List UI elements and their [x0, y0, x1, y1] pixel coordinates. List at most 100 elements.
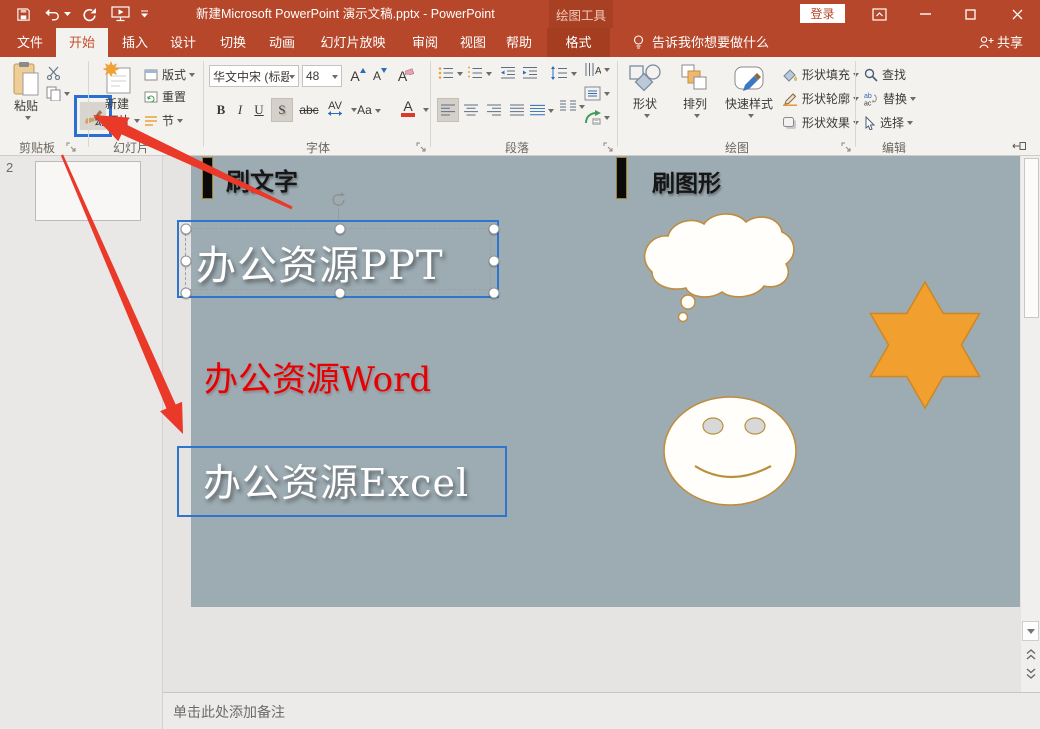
slide-thumbnail[interactable]: [35, 161, 141, 221]
tab-view[interactable]: 视图: [450, 28, 496, 57]
columns-button[interactable]: [560, 100, 585, 113]
section-button[interactable]: 节: [144, 112, 183, 129]
pin-ribbon-button[interactable]: [1012, 140, 1028, 152]
bullets-button[interactable]: [438, 66, 463, 80]
text-direction-button[interactable]: A: [584, 62, 610, 77]
increase-indent-button[interactable]: [522, 66, 538, 80]
layout-button[interactable]: 版式: [144, 66, 195, 83]
tab-help[interactable]: 帮助: [497, 28, 541, 57]
select-button[interactable]: 选择: [864, 114, 913, 131]
copy-button[interactable]: [46, 86, 70, 101]
font-color-button[interactable]: A: [398, 97, 418, 119]
cloud-bubble-large[interactable]: [681, 295, 695, 309]
line-spacing-caret[interactable]: [571, 72, 577, 79]
layout-caret[interactable]: [189, 73, 195, 80]
maximize-button[interactable]: [953, 0, 987, 28]
shape-fill-button[interactable]: 形状填充: [782, 66, 859, 83]
share-button[interactable]: 共享: [997, 28, 1023, 57]
resize-handle-sw[interactable]: [181, 288, 192, 299]
bullets-caret[interactable]: [457, 72, 463, 79]
tab-file[interactable]: 文件: [8, 28, 52, 57]
tab-format[interactable]: 格式: [547, 28, 610, 57]
resize-handle-w[interactable]: [181, 256, 192, 267]
reset-button[interactable]: 重置: [144, 88, 186, 105]
scroll-down-button[interactable]: [1022, 621, 1039, 641]
shapes-caret[interactable]: [644, 114, 650, 121]
distribute-button[interactable]: [530, 99, 554, 121]
cut-button[interactable]: [46, 66, 61, 80]
columns-caret[interactable]: [579, 105, 585, 112]
smiley-face-shape[interactable]: [664, 397, 796, 505]
underline-button[interactable]: U: [250, 99, 268, 121]
quick-styles-button[interactable]: 快速样式: [720, 63, 778, 119]
character-spacing-button[interactable]: AV: [324, 97, 346, 119]
shapes-button[interactable]: 形状: [622, 63, 668, 119]
shape-fill-caret[interactable]: [853, 73, 859, 80]
tab-review[interactable]: 审阅: [402, 28, 448, 57]
decrease-indent-button[interactable]: [500, 66, 516, 80]
copy-dropdown-caret[interactable]: [64, 92, 70, 99]
font-dialog-launcher[interactable]: [416, 142, 428, 154]
replace-button[interactable]: abac 替换: [864, 90, 916, 107]
redo-button[interactable]: [76, 0, 102, 28]
clipboard-dialog-launcher[interactable]: [66, 142, 78, 154]
tab-home[interactable]: 开始: [56, 28, 108, 57]
textbox-ppt-text[interactable]: 办公资源PPT: [196, 233, 444, 291]
replace-caret[interactable]: [910, 97, 916, 104]
next-slide-button[interactable]: [1024, 666, 1037, 680]
shape-outline-button[interactable]: 形状轮廓: [782, 90, 859, 107]
drawing-dialog-launcher[interactable]: [841, 142, 853, 154]
find-button[interactable]: 查找: [864, 66, 906, 83]
rotate-handle[interactable]: [330, 191, 347, 208]
previous-slide-button[interactable]: [1024, 647, 1037, 661]
tab-slideshow[interactable]: 幻灯片放映: [306, 28, 400, 57]
arrange-caret[interactable]: [694, 114, 700, 121]
tab-design[interactable]: 设计: [160, 28, 206, 57]
change-case-caret[interactable]: [375, 109, 381, 116]
italic-button[interactable]: I: [232, 99, 248, 121]
resize-handle-nw[interactable]: [181, 224, 192, 235]
close-button[interactable]: [1000, 0, 1034, 28]
resize-handle-e[interactable]: [489, 256, 500, 267]
undo-dropdown[interactable]: [62, 0, 72, 28]
scrollbar-thumb[interactable]: [1024, 158, 1039, 318]
shape-outline-caret[interactable]: [853, 97, 859, 104]
align-center-button[interactable]: [461, 99, 481, 121]
paste-dropdown-caret[interactable]: [25, 116, 31, 123]
shape-effects-caret[interactable]: [853, 121, 859, 128]
paragraph-dialog-launcher[interactable]: [603, 142, 615, 154]
notes-pane[interactable]: 单击此处添加备注: [163, 692, 1040, 729]
text-shadow-button[interactable]: S: [272, 99, 292, 121]
shrink-font-button[interactable]: A: [370, 65, 390, 87]
convert-smartart-caret[interactable]: [604, 116, 610, 123]
font-name-combo[interactable]: 华文中宋 (标题: [209, 65, 299, 87]
justify-button[interactable]: [507, 99, 527, 121]
start-slideshow-button[interactable]: [106, 0, 134, 28]
numbering-button[interactable]: [467, 66, 492, 80]
tab-insert[interactable]: 插入: [112, 28, 158, 57]
new-slide-caret[interactable]: [134, 119, 140, 126]
text-direction-caret[interactable]: [604, 68, 610, 75]
change-case-button[interactable]: Aa: [358, 99, 380, 121]
textbox-excel-text[interactable]: 办公资源Excel: [203, 452, 469, 507]
section-caret[interactable]: [177, 119, 183, 126]
bold-button[interactable]: B: [212, 99, 230, 121]
convert-smartart-button[interactable]: [584, 110, 610, 125]
font-color-caret[interactable]: [423, 108, 429, 115]
save-button[interactable]: [10, 0, 36, 28]
cloud-bubble-small[interactable]: [679, 313, 688, 322]
tab-transitions[interactable]: 切换: [210, 28, 256, 57]
grow-font-button[interactable]: A: [348, 65, 368, 87]
align-text-button[interactable]: [584, 86, 610, 101]
font-size-combo[interactable]: 48: [302, 65, 342, 87]
tell-me-box[interactable]: 告诉我你想要做什么: [652, 28, 769, 57]
new-slide-button[interactable]: 新建 幻灯片: [92, 61, 142, 130]
shape-effects-button[interactable]: 形状效果: [782, 114, 859, 131]
ribbon-display-options-button[interactable]: [862, 0, 896, 28]
line-spacing-button[interactable]: [550, 66, 577, 80]
font-size-caret[interactable]: [332, 75, 338, 82]
select-caret[interactable]: [907, 121, 913, 128]
numbering-caret[interactable]: [486, 72, 492, 79]
character-spacing-caret[interactable]: [351, 108, 357, 115]
paste-button[interactable]: 粘贴: [6, 61, 46, 121]
